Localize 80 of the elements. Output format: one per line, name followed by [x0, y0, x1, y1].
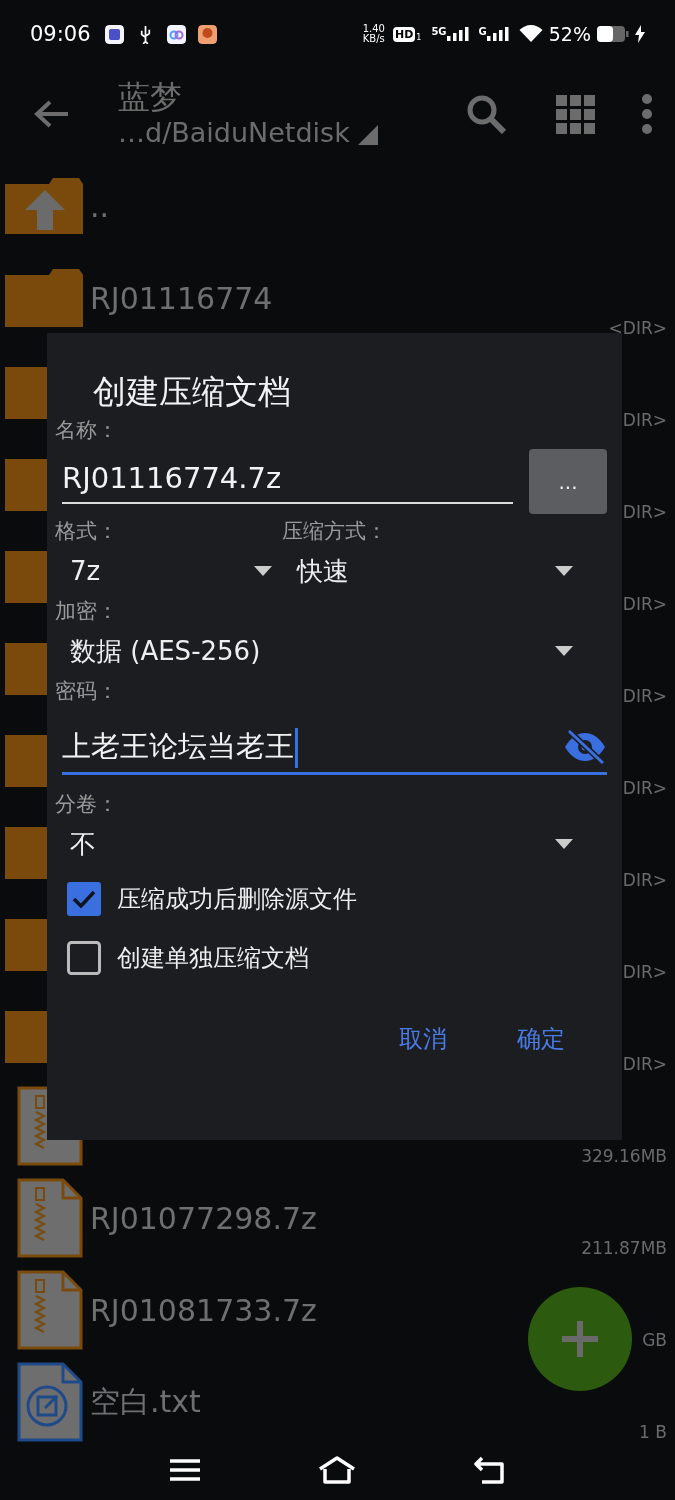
file-name[interactable]: 空白.txt	[90, 1381, 640, 1423]
file-size: 329.16MB	[581, 1146, 667, 1166]
wifi-icon	[518, 25, 543, 43]
folder-title: 蓝梦	[118, 78, 183, 116]
archive-file-icon	[17, 1178, 83, 1258]
home-icon[interactable]	[317, 1456, 356, 1484]
parent-folder-icon	[5, 178, 85, 234]
charging-icon	[635, 25, 645, 43]
name-field[interactable]: RJ01116774.7z	[62, 452, 513, 504]
archive-file-icon	[17, 1270, 83, 1350]
search-icon[interactable]	[466, 94, 506, 134]
folder-icon	[5, 269, 85, 327]
checkbox-label: 创建单独压缩文档	[117, 942, 309, 974]
dialog-title: 创建压缩文档	[93, 371, 292, 413]
dropdown-arrow-icon	[555, 566, 573, 576]
app-icon	[166, 24, 186, 44]
file-size: DIR>	[622, 594, 667, 614]
hide-password-icon[interactable]	[563, 729, 607, 765]
signal-icon	[446, 27, 469, 41]
file-size: DIR>	[622, 870, 667, 890]
battery-percent: 52%	[548, 23, 591, 45]
dialog-button[interactable]: 确定	[517, 1017, 565, 1061]
add-button[interactable]	[528, 1287, 632, 1391]
sim-index: 1	[416, 32, 422, 42]
menu-icon[interactable]	[169, 1458, 200, 1482]
file-name[interactable]: RJ01081733.7z	[90, 1292, 643, 1328]
file-name[interactable]: ..	[90, 188, 665, 224]
field-label: 分卷：	[55, 791, 119, 818]
checkbox[interactable]	[67, 881, 101, 916]
checkbox-label: 压缩成功后删除源文件	[117, 883, 357, 915]
selected-value: 不	[70, 827, 96, 861]
text-file-icon	[17, 1362, 83, 1442]
file-size: <DIR>	[608, 318, 667, 338]
file-size: 1 B	[639, 1422, 667, 1442]
file-size: GB	[642, 1330, 667, 1350]
file-size: DIR>	[622, 962, 667, 982]
password-field[interactable]: 上老王论坛当老王	[62, 716, 607, 775]
clock: 09:06	[30, 22, 91, 46]
field-label: 格式：	[55, 518, 119, 545]
back-icon[interactable]	[473, 1456, 506, 1484]
browse-button[interactable]: ...	[529, 449, 607, 514]
field-label: 名称：	[55, 417, 119, 444]
dialog-button[interactable]: 取消	[399, 1017, 447, 1061]
file-size: DIR>	[622, 778, 667, 798]
text-cursor	[295, 728, 298, 768]
battery-icon	[597, 26, 629, 42]
dropdown-corner-icon[interactable]	[357, 125, 378, 145]
hd-badge: HD	[392, 26, 416, 42]
file-size: DIR>	[622, 1054, 667, 1074]
password-text: 上老王论坛当老王	[62, 729, 294, 763]
file-size: DIR>	[622, 502, 667, 522]
dropdown[interactable]: 不	[55, 819, 607, 869]
dropdown[interactable]: 数据 (AES-256)	[55, 626, 607, 676]
field-label: 加密：	[55, 598, 119, 625]
folder-path: …d/BaiduNetdisk	[118, 116, 350, 150]
file-size: 211.87MB	[581, 1238, 667, 1258]
grid-view-icon[interactable]	[556, 94, 595, 134]
signal-icon	[486, 27, 509, 41]
file-name[interactable]: RJ01077298.7z	[90, 1200, 582, 1236]
file-size: DIR>	[622, 686, 667, 706]
app-icon	[197, 24, 217, 44]
dropdown[interactable]: 7z	[55, 546, 282, 596]
dropdown-arrow-icon	[555, 646, 573, 656]
dropdown-arrow-icon	[254, 566, 272, 576]
app-icon	[104, 24, 124, 44]
checkbox[interactable]	[67, 940, 101, 975]
selected-value: 7z	[70, 556, 101, 586]
selected-value: 数据 (AES-256)	[70, 634, 261, 668]
dropdown[interactable]: 快速	[282, 546, 607, 596]
speed-unit: KB/s	[362, 34, 385, 44]
field-label: 压缩方式：	[282, 518, 388, 545]
selected-value: 快速	[297, 554, 349, 588]
file-name[interactable]: RJ01116774	[90, 280, 609, 316]
network-type: G	[478, 27, 487, 37]
network-type: 5G	[431, 27, 447, 37]
field-label: 密码：	[55, 678, 119, 705]
file-size: DIR>	[622, 410, 667, 430]
network-speed: 1.40	[362, 24, 385, 34]
dropdown-arrow-icon	[555, 839, 573, 849]
back-arrow-icon[interactable]	[34, 99, 70, 129]
